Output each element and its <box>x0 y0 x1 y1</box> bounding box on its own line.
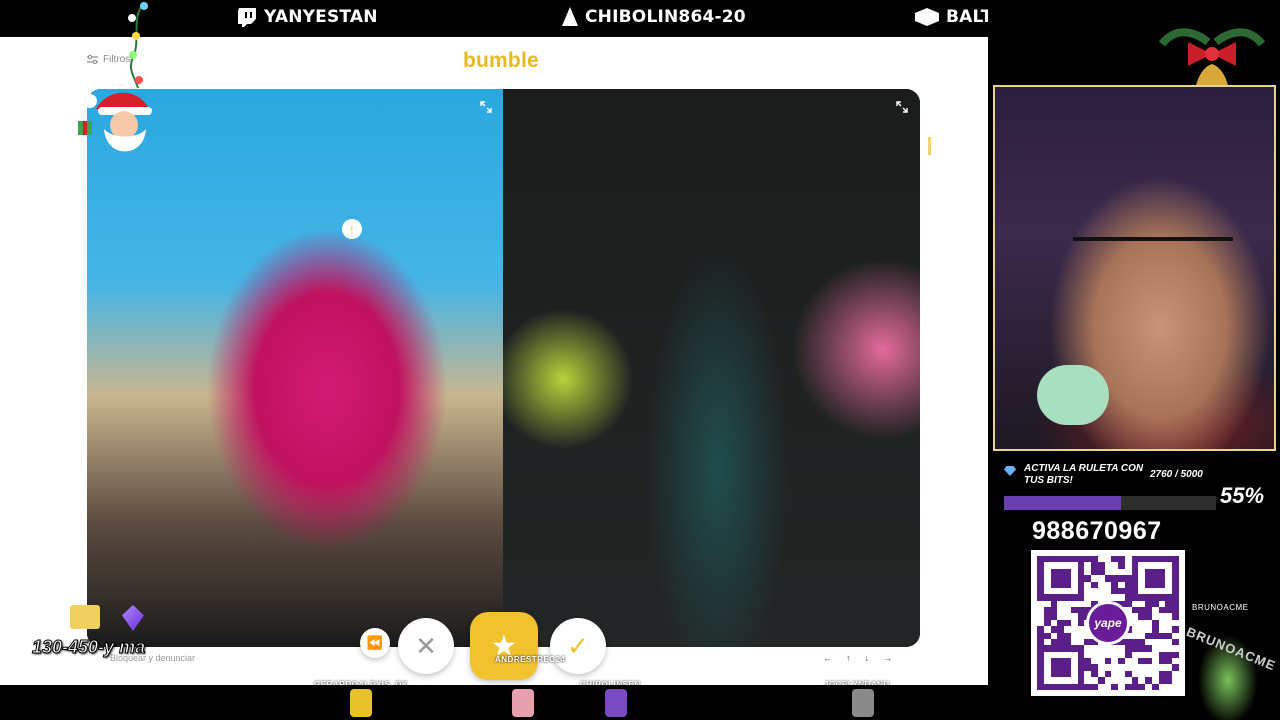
goal-label: ACTIVA LA RULETA CON TUS BITS! <box>1024 463 1144 486</box>
kick-icon <box>562 7 578 26</box>
profile-photo-2 <box>503 89 920 647</box>
chatter-avatar-icon <box>350 689 372 717</box>
expand-icon[interactable] <box>480 101 492 113</box>
goal-count: 2760 / 5000 <box>1150 469 1203 480</box>
like-button[interactable]: ✓ <box>550 618 606 674</box>
qr-module <box>1124 683 1132 690</box>
qr-module <box>1057 683 1065 690</box>
payment-phone-number: 988670967 <box>1032 517 1162 545</box>
webcam-feed <box>993 85 1276 451</box>
qr-module <box>1064 683 1071 690</box>
up-arrow-icon: ↑ <box>846 653 851 663</box>
qr-module <box>1158 683 1166 690</box>
qr-module <box>1145 683 1152 690</box>
chatter-name: ANDRESTREC24 <box>495 655 566 664</box>
qr-module <box>1077 683 1085 690</box>
swipe-actions: ⏪ ✕ ★ ✓ <box>360 612 606 680</box>
filters-icon <box>87 54 98 64</box>
chatter-avatar-icon <box>605 689 627 717</box>
social-kick-label: CHIBOLIN864-20 <box>585 7 746 27</box>
streamer-glasses <box>1073 237 1233 271</box>
qr-module <box>1111 683 1119 690</box>
chatter-avatar-icon <box>852 689 874 717</box>
donation-text: 130-450-y ma <box>31 637 146 658</box>
beer-box-icon <box>70 605 100 629</box>
expand-icon[interactable] <box>896 101 908 113</box>
microphone-icon <box>1037 365 1109 425</box>
qr-module <box>1138 683 1146 690</box>
qr-module <box>1172 683 1179 690</box>
qr-module <box>1104 683 1112 690</box>
left-arrow-icon: ← <box>823 653 832 663</box>
qr-module <box>1091 683 1098 690</box>
qr-module <box>1084 683 1092 690</box>
stream-layout: YANYESTAN CHIBOLIN864-20 BALTAZAR_BAR Fi… <box>0 0 1280 720</box>
qr-module <box>1118 683 1125 690</box>
qr-module <box>1131 683 1139 690</box>
social-kick: CHIBOLIN864-20 <box>561 5 746 29</box>
qr-module <box>1070 683 1078 690</box>
bumble-logo: bumble <box>463 49 539 72</box>
scroll-indicator[interactable] <box>928 137 931 155</box>
backtrack-button[interactable]: ⏪ <box>360 628 390 658</box>
right-arrow-icon: → <box>883 653 892 663</box>
qr-module <box>1151 683 1159 690</box>
qr-module <box>1043 683 1051 690</box>
pass-button[interactable]: ✕ <box>398 618 454 674</box>
yape-qr-code: yape <box>1031 550 1185 696</box>
overlay-widgets <box>70 605 144 631</box>
qr-module <box>1165 683 1173 690</box>
goal-percent: 55% <box>1220 483 1265 508</box>
qr-module <box>1050 683 1058 690</box>
purple-gem-icon <box>122 605 144 631</box>
santa-claus-icon <box>78 92 152 152</box>
goal-progress-bar <box>1004 496 1216 510</box>
social-twitch-label: YANYESTAN <box>264 7 378 27</box>
keyboard-nav-hints: ← ↑ ↓ → <box>823 653 892 663</box>
down-arrow-icon: ↓ <box>864 653 870 663</box>
qr-module <box>1097 683 1105 690</box>
chatter-avatar-icon <box>512 689 534 717</box>
superswipe-button[interactable]: ★ <box>470 612 538 680</box>
social-twitch: YANYESTAN <box>236 5 378 29</box>
profile-card[interactable]: ↑ <box>87 89 920 647</box>
twitch-icon <box>238 8 256 27</box>
yape-logo: yape <box>1086 601 1130 645</box>
scroll-up-icon[interactable]: ↑ <box>342 219 362 239</box>
qr-module <box>1037 683 1044 690</box>
christmas-lights-icon <box>128 1 148 89</box>
follower-name: BRUNOACME <box>1192 603 1249 612</box>
bar-icon <box>915 8 939 26</box>
profile-photo-1: ↑ <box>87 89 503 647</box>
goal-progress-fill <box>1004 496 1121 510</box>
